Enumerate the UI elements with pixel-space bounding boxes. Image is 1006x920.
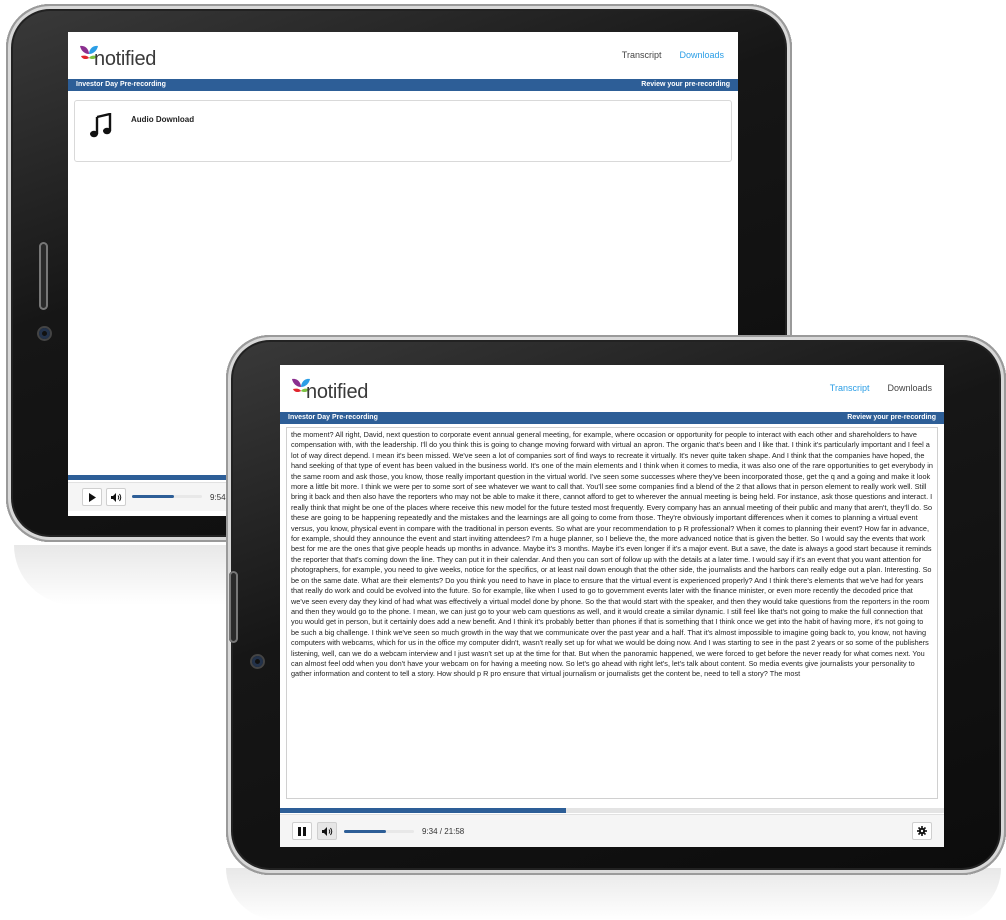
mute-button[interactable] (317, 822, 337, 840)
brand-name: notified (306, 381, 369, 403)
playback-progress-fill (280, 808, 566, 813)
camera (39, 328, 50, 339)
nav-transcript[interactable]: Transcript (830, 383, 870, 393)
home-button[interactable] (229, 571, 238, 643)
top-nav: Transcript Downloads (812, 383, 932, 393)
audio-download-label[interactable]: Audio Download (131, 115, 194, 124)
playback-time: 9:34 / 21:58 (422, 827, 465, 836)
volume-level (132, 495, 174, 498)
event-title: Investor Day Pre-recording (76, 81, 166, 88)
nav-downloads[interactable]: Downloads (679, 50, 724, 60)
brand-name: notified (94, 48, 157, 70)
mute-button[interactable] (106, 488, 126, 506)
playback-time: 9:54 (210, 493, 226, 502)
gear-icon (917, 826, 927, 836)
title-band: Investor Day Pre-recording Review your p… (280, 412, 944, 424)
title-band: Investor Day Pre-recording Review your p… (68, 79, 738, 91)
top-nav: Transcript Downloads (604, 50, 724, 60)
music-note-icon (90, 113, 112, 138)
event-title: Investor Day Pre-recording (288, 414, 378, 421)
front-tablet: notified Transcript Downloads Investor Da… (226, 335, 1006, 875)
pause-button[interactable] (292, 822, 312, 840)
volume-slider[interactable] (344, 830, 414, 833)
nav-downloads[interactable]: Downloads (887, 383, 932, 393)
pause-icon (298, 826, 306, 836)
header: notified Transcript Downloads (68, 32, 738, 79)
transcript-panel[interactable]: the moment? All right, David, next quest… (286, 427, 938, 799)
front-screen: notified Transcript Downloads Investor Da… (280, 365, 944, 847)
review-link[interactable]: Review your pre-recording (641, 81, 730, 88)
play-icon (89, 492, 96, 502)
front-tablet-reflection (226, 868, 1001, 920)
review-link[interactable]: Review your pre-recording (847, 414, 936, 421)
play-button[interactable] (82, 488, 102, 506)
settings-button[interactable] (912, 822, 932, 840)
camera (252, 656, 263, 667)
nav-transcript[interactable]: Transcript (622, 50, 662, 60)
home-button[interactable] (39, 242, 48, 310)
playback-progress[interactable] (280, 808, 944, 813)
volume-slider[interactable] (132, 495, 202, 498)
volume-icon (110, 492, 121, 502)
player-controls: 9:34 / 21:58 (280, 814, 944, 847)
volume-icon (321, 826, 332, 836)
audio-download-card[interactable]: Audio Download (74, 100, 732, 162)
header: notified Transcript Downloads (280, 365, 944, 412)
transcript-text: the moment? All right, David, next quest… (291, 430, 933, 679)
volume-level (344, 830, 386, 833)
